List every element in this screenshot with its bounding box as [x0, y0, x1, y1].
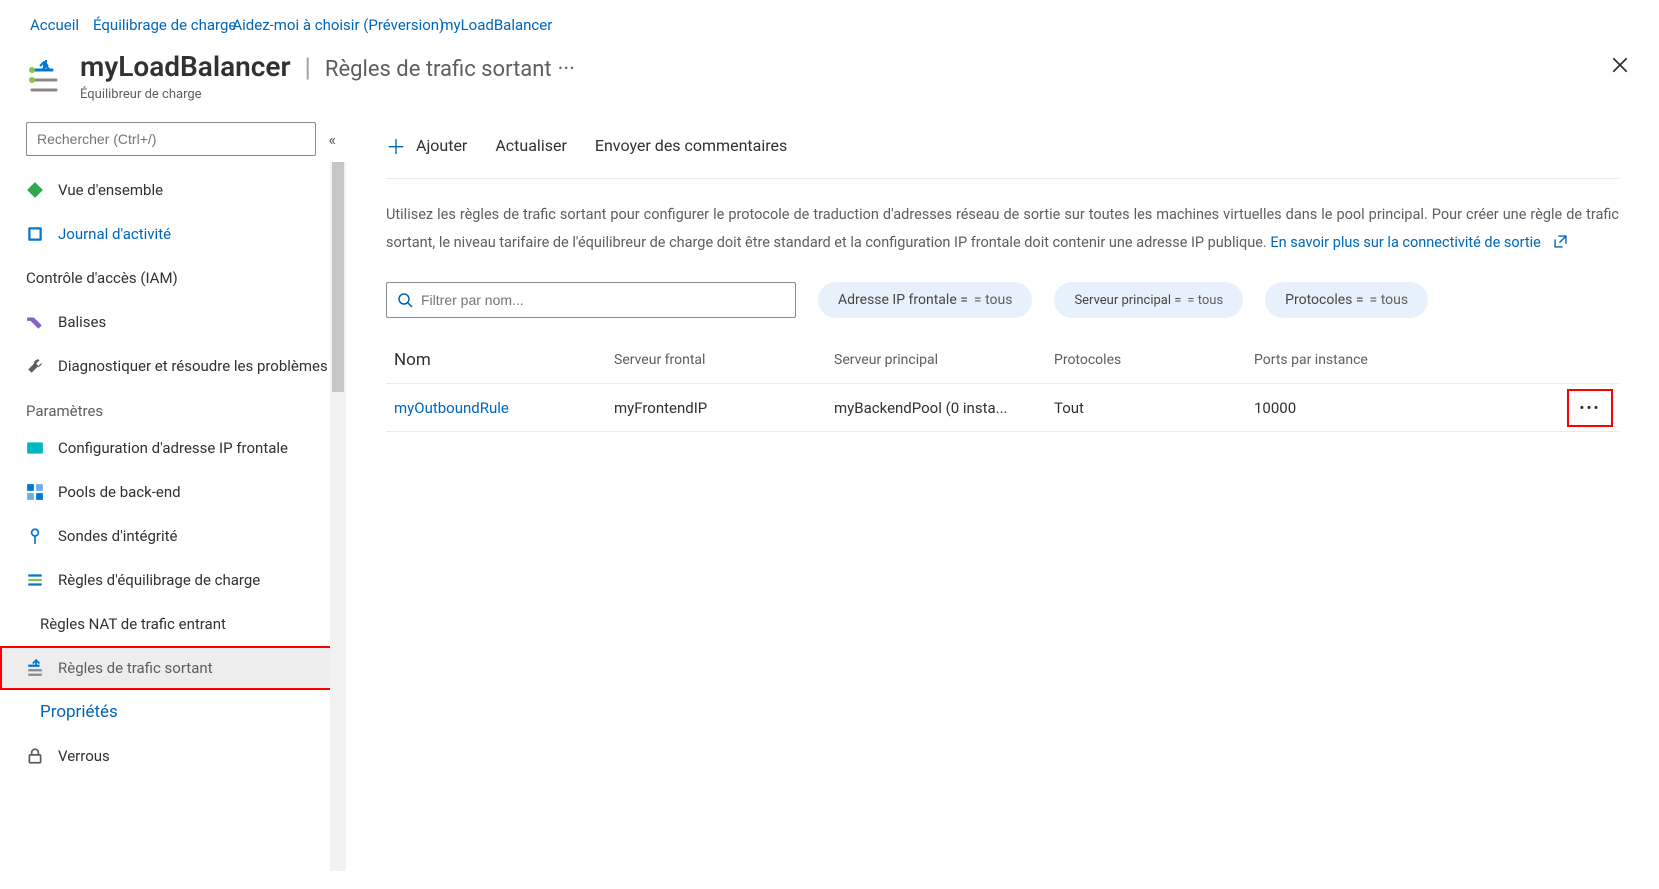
rule-name-link[interactable]: myOutboundRule: [394, 399, 614, 417]
cell-frontend: myFrontendIP: [614, 399, 834, 417]
filter-backend-label: Serveur principal =: [1074, 293, 1181, 308]
overview-icon: [26, 181, 44, 199]
col-backend[interactable]: Serveur principal: [834, 352, 1054, 368]
col-protocols[interactable]: Protocoles: [1054, 352, 1254, 368]
col-frontend[interactable]: Serveur frontal: [614, 352, 834, 368]
feedback-label: Envoyer des commentaires: [595, 136, 787, 155]
resource-type: Équilibreur de charge: [80, 87, 575, 102]
sidebar-scrollbar[interactable]: [330, 162, 346, 871]
table-row[interactable]: myOutboundRule myFrontendIP myBackendPoo…: [386, 384, 1619, 432]
page-section: Règles de trafic sortant: [325, 57, 552, 82]
col-name[interactable]: Nom: [394, 350, 614, 370]
filter-protocol-value: = tous: [1370, 292, 1409, 308]
filter-protocol-pill[interactable]: Protocoles = = tous: [1265, 282, 1428, 318]
sidebar-item-label: Règles de trafic sortant: [58, 659, 213, 677]
filter-frontend-label: Adresse IP frontale =: [838, 292, 968, 308]
health-probes-icon: [26, 527, 44, 545]
command-bar: ＋ Ajouter Actualiser Envoyer des comment…: [386, 122, 1619, 168]
sidebar-item-label: Pools de back-end: [58, 483, 181, 501]
external-link-icon: [1554, 229, 1567, 257]
title-ellipsis: ···: [558, 57, 575, 82]
sidebar-item-backend-pools[interactable]: Pools de back-end: [0, 470, 346, 514]
sidebar-item-tags[interactable]: Balises: [0, 300, 346, 344]
refresh-label: Actualiser: [495, 136, 567, 155]
filter-backend-pill[interactable]: Serveur principal = = tous: [1054, 282, 1243, 318]
filter-name-input[interactable]: [386, 282, 796, 318]
sidebar-item-label: Configuration d'adresse IP frontale: [58, 439, 288, 457]
sidebar-item-label: Diagnostiquer et résoudre les problèmes: [58, 357, 328, 375]
cell-ports: 10000: [1254, 399, 1559, 417]
sidebar-item-locks[interactable]: Verrous: [0, 734, 346, 778]
refresh-button[interactable]: Actualiser: [495, 136, 567, 155]
sidebar-item-properties[interactable]: Propriétés: [0, 690, 346, 734]
sidebar-item-label: Sondes d'intégrité: [58, 527, 178, 545]
sidebar-item-label: Règles NAT de trafic entrant: [40, 615, 226, 633]
sidebar-item-label: Règles d'équilibrage de charge: [58, 571, 260, 589]
sidebar-item-overview[interactable]: Vue d'ensemble: [0, 168, 346, 212]
breadcrumb: Accueil Équilibrage de charge Aidez-moi …: [0, 0, 1659, 50]
outbound-rules-icon: [26, 659, 44, 677]
search-input[interactable]: [26, 122, 316, 156]
sidebar-item-label: Vue d'ensemble: [58, 181, 163, 199]
activity-log-icon: [26, 225, 44, 243]
row-more-button[interactable]: •••: [1567, 389, 1613, 427]
sidebar-item-label: Balises: [58, 313, 106, 331]
sidebar-item-diagnose[interactable]: Diagnostiquer et résoudre les problèmes: [0, 344, 346, 388]
rules-grid: Nom Serveur frontal Serveur principal Pr…: [386, 336, 1619, 432]
info-learn-more-link[interactable]: En savoir plus sur la connectivité de so…: [1270, 234, 1541, 251]
sidebar: « Vue d'ensemble Journal d'activité Cont…: [0, 122, 346, 871]
add-label: Ajouter: [416, 136, 467, 155]
breadcrumb-home[interactable]: Accueil: [30, 16, 79, 34]
filter-protocol-label: Protocoles =: [1285, 292, 1363, 308]
filter-frontend-value: = tous: [974, 292, 1013, 308]
sidebar-item-label: Propriétés: [40, 702, 118, 722]
backend-pools-icon: [26, 483, 44, 501]
blade-header: myLoadBalancer | Règles de trafic sortan…: [0, 50, 1659, 122]
plus-icon: ＋: [386, 131, 406, 160]
breadcrumb-help[interactable]: Aidez-moi à choisir (Préversion): [232, 16, 444, 34]
filter-backend-value: = tous: [1187, 293, 1223, 308]
lock-icon: [26, 747, 44, 765]
sidebar-nav: Vue d'ensemble Journal d'activité Contrô…: [0, 168, 346, 778]
filter-frontend-pill[interactable]: Adresse IP frontale = = tous: [818, 282, 1032, 318]
tags-icon: [26, 313, 44, 331]
close-icon[interactable]: [1611, 56, 1629, 78]
sidebar-item-lb-rules[interactable]: Règles d'équilibrage de charge: [0, 558, 346, 602]
wrench-icon: [26, 357, 44, 375]
feedback-button[interactable]: Envoyer des commentaires: [595, 136, 787, 155]
breadcrumb-lb[interactable]: Équilibrage de charge: [93, 16, 236, 34]
search-icon: [397, 292, 413, 308]
sidebar-item-outbound-rules[interactable]: Règles de trafic sortant: [0, 646, 346, 690]
collapse-sidebar-icon[interactable]: «: [328, 130, 336, 149]
filter-name-text[interactable]: [421, 292, 785, 308]
sidebar-item-frontend-ip[interactable]: Configuration d'adresse IP frontale: [0, 426, 346, 470]
sidebar-section-settings: Paramètres: [0, 388, 346, 426]
sidebar-item-label: Journal d'activité: [58, 225, 171, 243]
content-pane: ＋ Ajouter Actualiser Envoyer des comment…: [346, 122, 1659, 871]
lb-rules-icon: [26, 571, 44, 589]
cell-protocols: Tout: [1054, 399, 1254, 417]
sidebar-scrollbar-thumb[interactable]: [332, 162, 344, 392]
filter-row: Adresse IP frontale = = tous Serveur pri…: [386, 282, 1659, 318]
load-balancer-icon: [26, 56, 66, 96]
frontend-ip-icon: [26, 439, 44, 457]
grid-header: Nom Serveur frontal Serveur principal Pr…: [386, 336, 1619, 384]
info-text: Utilisez les règles de trafic sortant po…: [386, 201, 1619, 256]
page-title: myLoadBalancer: [80, 50, 291, 83]
breadcrumb-resource[interactable]: myLoadBalancer: [440, 16, 552, 34]
sidebar-item-health-probes[interactable]: Sondes d'intégrité: [0, 514, 346, 558]
cell-backend: myBackendPool (0 insta...: [834, 399, 1054, 417]
sidebar-item-activity-log[interactable]: Journal d'activité: [0, 212, 346, 256]
sidebar-item-label: Contrôle d'accès (IAM): [26, 269, 178, 287]
col-ports[interactable]: Ports par instance: [1254, 352, 1559, 368]
more-icon: •••: [1579, 399, 1600, 417]
sidebar-item-nat-rules[interactable]: Règles NAT de trafic entrant: [0, 602, 346, 646]
sidebar-item-iam[interactable]: Contrôle d'accès (IAM): [0, 256, 346, 300]
add-button[interactable]: ＋ Ajouter: [386, 131, 467, 160]
title-divider: |: [299, 53, 317, 83]
sidebar-item-label: Verrous: [58, 747, 110, 765]
